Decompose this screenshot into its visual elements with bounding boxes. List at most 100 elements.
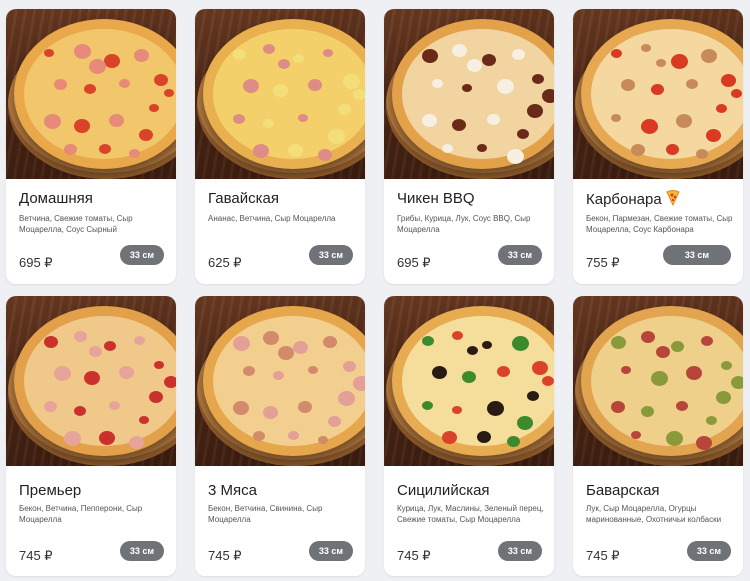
topping xyxy=(139,416,149,424)
topping xyxy=(323,49,333,57)
topping xyxy=(119,366,134,379)
pizza-image[interactable] xyxy=(573,9,743,179)
pizza-topping-area xyxy=(213,29,365,161)
topping xyxy=(721,74,736,87)
pizza-image[interactable] xyxy=(384,296,554,466)
size-button[interactable]: 33 см xyxy=(663,245,731,265)
topping xyxy=(731,89,742,98)
topping xyxy=(452,331,463,340)
product-name-text: Чикен BBQ xyxy=(397,190,475,207)
product-card[interactable]: 3 Мяса Бекон, Ветчина, Свинина, Сыр Моцар… xyxy=(195,296,365,576)
pizza-topping-area xyxy=(24,316,176,449)
product-price: 745 ₽ xyxy=(586,548,620,563)
product-card[interactable]: Карбонара Бекон, Пармезан, Свежие томаты,… xyxy=(573,9,743,284)
size-button[interactable]: 33 см xyxy=(498,245,542,265)
pizza-image[interactable] xyxy=(384,9,554,179)
topping xyxy=(154,361,164,369)
topping xyxy=(422,336,434,346)
size-button[interactable]: 33 см xyxy=(498,541,542,561)
topping xyxy=(233,336,250,351)
pizza-image[interactable] xyxy=(195,9,365,179)
product-name-text: Премьер xyxy=(19,482,82,499)
topping xyxy=(497,79,514,94)
size-button[interactable]: 33 см xyxy=(309,541,353,561)
topping xyxy=(288,144,303,157)
pizza-image[interactable] xyxy=(6,296,176,466)
pizza-image[interactable] xyxy=(195,296,365,466)
pizza-topping-area xyxy=(402,316,554,447)
topping xyxy=(482,54,496,66)
product-card[interactable]: Гавайская Ананас, Ветчина, Сыр Моцарелла 6… xyxy=(195,9,365,284)
topping xyxy=(44,336,58,348)
topping xyxy=(452,119,466,131)
topping xyxy=(422,49,438,63)
topping xyxy=(323,336,337,348)
topping xyxy=(164,376,176,388)
topping xyxy=(422,114,437,127)
topping xyxy=(84,84,96,94)
topping xyxy=(696,436,712,450)
topping xyxy=(89,59,106,74)
topping xyxy=(462,371,476,383)
topping xyxy=(641,44,651,52)
product-card[interactable]: Чикен BBQ Грибы, Курица, Лук, Соус BBQ, С… xyxy=(384,9,554,284)
topping xyxy=(134,49,149,62)
product-price: 745 ₽ xyxy=(19,548,53,563)
topping xyxy=(686,79,698,89)
product-card[interactable]: Сицилийская Курица, Лук, Маслины, Зеленый… xyxy=(384,296,554,576)
topping xyxy=(318,436,328,444)
topping xyxy=(104,54,120,68)
size-button[interactable]: 33 см xyxy=(687,541,731,561)
topping xyxy=(701,336,713,346)
topping xyxy=(149,104,159,112)
topping xyxy=(243,79,259,93)
product-name[interactable]: Карбонара xyxy=(586,190,680,210)
topping xyxy=(263,44,275,54)
product-name[interactable]: 3 Мяса xyxy=(208,482,257,499)
product-name-text: Карбонара xyxy=(586,191,662,208)
product-card[interactable]: Баварская Лук, Сыр Моцарелла, Огурцы мари… xyxy=(573,296,743,576)
topping xyxy=(512,49,525,60)
product-name-text: Сицилийская xyxy=(397,482,490,499)
topping xyxy=(686,366,702,380)
product-name[interactable]: Сицилийская xyxy=(397,482,490,499)
topping xyxy=(716,104,727,113)
topping xyxy=(487,114,500,125)
size-button[interactable]: 33 см xyxy=(120,245,164,265)
topping xyxy=(467,346,478,355)
topping xyxy=(293,54,304,63)
topping xyxy=(487,401,504,416)
topping xyxy=(233,114,245,124)
topping xyxy=(44,401,57,412)
product-name[interactable]: Баварская xyxy=(586,482,660,499)
topping xyxy=(89,346,102,357)
size-button[interactable]: 33 см xyxy=(120,541,164,561)
topping xyxy=(542,376,554,386)
topping xyxy=(343,74,360,89)
topping xyxy=(253,144,269,158)
pizza-image[interactable] xyxy=(573,296,743,466)
product-ingredients: Бекон, Пармезан, Свежие томаты, Сыр Моца… xyxy=(586,214,733,234)
size-button[interactable]: 33 см xyxy=(309,245,353,265)
product-price: 695 ₽ xyxy=(397,255,431,270)
pizza-topping-area xyxy=(591,29,743,159)
topping xyxy=(442,431,457,444)
topping xyxy=(542,89,554,103)
topping xyxy=(253,431,265,441)
product-card[interactable]: Домашняя Ветчина, Свежие томаты, Сыр Моца… xyxy=(6,9,176,284)
topping xyxy=(422,401,433,410)
topping xyxy=(442,144,453,153)
topping xyxy=(278,59,290,69)
topping xyxy=(278,346,294,360)
product-ingredients: Бекон, Ветчина, Пепперони, Сыр Моцарелла xyxy=(19,504,143,524)
topping xyxy=(651,84,664,95)
product-card[interactable]: Премьер Бекон, Ветчина, Пепперони, Сыр Мо… xyxy=(6,296,176,576)
topping xyxy=(109,114,124,127)
product-name[interactable]: Чикен BBQ xyxy=(397,190,475,207)
product-name[interactable]: Премьер xyxy=(19,482,81,499)
product-name[interactable]: Домашняя xyxy=(19,190,93,207)
topping xyxy=(129,436,144,449)
pizza-image[interactable] xyxy=(6,9,176,179)
product-name[interactable]: Гавайская xyxy=(208,190,279,207)
topping xyxy=(671,54,688,69)
